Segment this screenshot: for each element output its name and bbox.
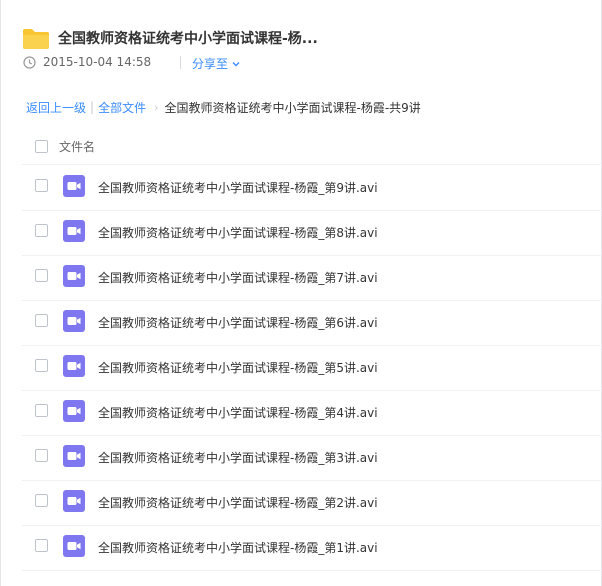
file-row[interactable]: 全国教师资格证统考中小学面试课程-杨霞_第8讲.avi: [22, 211, 602, 256]
breadcrumb-current: 全国教师资格证统考中小学面试课程-杨霞-共9讲: [164, 100, 421, 115]
file-name[interactable]: 全国教师资格证统考中小学面试课程-杨霞_第8讲.avi: [98, 224, 378, 241]
file-name[interactable]: 全国教师资格证统考中小学面试课程-杨霞_第4讲.avi: [98, 404, 378, 421]
back-link[interactable]: 返回上一级: [26, 99, 86, 116]
file-checkbox[interactable]: [35, 179, 48, 192]
video-icon: [63, 355, 85, 377]
file-row[interactable]: 全国教师资格证统考中小学面试课程-杨霞_第5讲.avi: [22, 346, 602, 391]
file-checkbox[interactable]: [35, 539, 48, 552]
file-name[interactable]: 全国教师资格证统考中小学面试课程-杨霞_第5讲.avi: [98, 359, 378, 376]
breadcrumb-divider: |: [90, 100, 95, 114]
video-icon: [63, 265, 85, 287]
file-name[interactable]: 全国教师资格证统考中小学面试课程-杨霞_第1讲.avi: [98, 539, 378, 556]
file-row[interactable]: 全国教师资格证统考中小学面试课程-杨霞_第1讲.avi: [22, 526, 602, 571]
share-header: 全国教师资格证统考中小学面试课程-杨... 2015-10-04 14:58 分…: [22, 24, 582, 76]
file-checkbox[interactable]: [35, 449, 48, 462]
select-all-checkbox[interactable]: [35, 140, 48, 153]
file-list: 全国教师资格证统考中小学面试课程-杨霞_第9讲.avi 全国教师资格证统考中小学…: [22, 166, 602, 571]
file-row[interactable]: 全国教师资格证统考中小学面试课程-杨霞_第9讲.avi: [22, 166, 602, 211]
file-row[interactable]: 全国教师资格证统考中小学面试课程-杨霞_第2讲.avi: [22, 481, 602, 526]
share-title: 全国教师资格证统考中小学面试课程-杨...: [58, 31, 318, 47]
clock-icon: [23, 56, 36, 69]
share-date: 2015-10-04 14:58: [43, 55, 152, 69]
file-name[interactable]: 全国教师资格证统考中小学面试课程-杨霞_第3讲.avi: [98, 449, 378, 466]
file-checkbox[interactable]: [35, 269, 48, 282]
video-icon: [63, 310, 85, 332]
file-list-header: 文件名: [22, 127, 602, 165]
file-row[interactable]: 全国教师资格证统考中小学面试课程-杨霞_第6讲.avi: [22, 301, 602, 346]
file-checkbox[interactable]: [35, 314, 48, 327]
video-icon: [63, 400, 85, 422]
video-icon: [63, 445, 85, 467]
video-icon: [63, 490, 85, 512]
breadcrumb: 返回上一级 | 全部文件 › 全国教师资格证统考中小学面试课程-杨霞-共9讲: [26, 99, 421, 115]
column-header-name: 文件名: [59, 140, 96, 154]
video-icon: [63, 220, 85, 242]
file-checkbox[interactable]: [35, 494, 48, 507]
file-row[interactable]: 全国教师资格证统考中小学面试课程-杨霞_第7讲.avi: [22, 256, 602, 301]
file-name[interactable]: 全国教师资格证统考中小学面试课程-杨霞_第7讲.avi: [98, 269, 378, 286]
all-files-link[interactable]: 全部文件: [98, 99, 146, 116]
share-to-button[interactable]: 分享至: [192, 55, 240, 72]
chevron-down-icon: [232, 61, 240, 66]
breadcrumb-chevron-icon: ›: [154, 100, 159, 114]
meta-divider: [180, 56, 181, 69]
folder-icon: [23, 29, 49, 49]
file-row[interactable]: 全国教师资格证统考中小学面试课程-杨霞_第4讲.avi: [22, 391, 602, 436]
video-icon: [63, 535, 85, 557]
file-checkbox[interactable]: [35, 404, 48, 417]
file-name[interactable]: 全国教师资格证统考中小学面试课程-杨霞_第9讲.avi: [98, 179, 378, 196]
file-checkbox[interactable]: [35, 224, 48, 237]
video-icon: [63, 175, 85, 197]
file-name[interactable]: 全国教师资格证统考中小学面试课程-杨霞_第6讲.avi: [98, 314, 378, 331]
file-name[interactable]: 全国教师资格证统考中小学面试课程-杨霞_第2讲.avi: [98, 494, 378, 511]
file-checkbox[interactable]: [35, 359, 48, 372]
share-to-label: 分享至: [192, 57, 229, 71]
file-row[interactable]: 全国教师资格证统考中小学面试课程-杨霞_第3讲.avi: [22, 436, 602, 481]
